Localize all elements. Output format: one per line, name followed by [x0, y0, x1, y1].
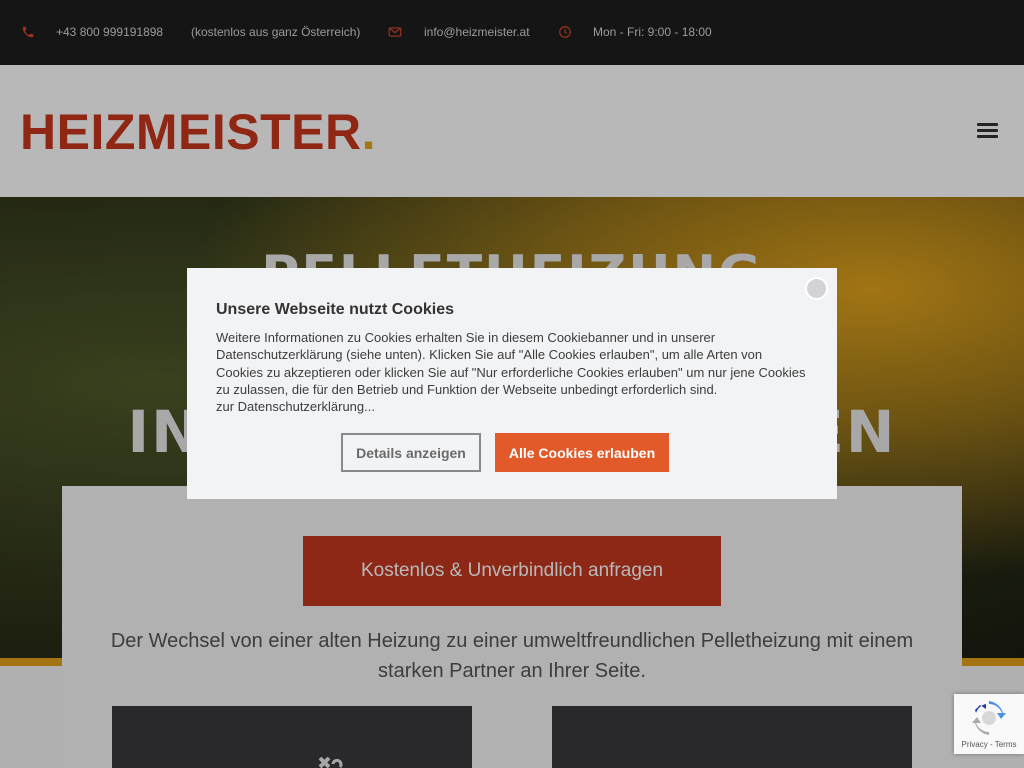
recaptcha-icon [972, 701, 1006, 735]
cookie-description: Weitere Informationen zu Cookies erhalte… [216, 330, 806, 397]
recaptcha-privacy-link[interactable]: Privacy [962, 740, 988, 749]
recaptcha-badge[interactable]: Privacy - Terms [954, 694, 1024, 754]
recaptcha-separator: - [987, 740, 995, 749]
recaptcha-terms-link[interactable]: Terms [995, 740, 1017, 749]
details-button[interactable]: Details anzeigen [341, 433, 481, 472]
recaptcha-links: Privacy - Terms [954, 740, 1024, 749]
cookie-dialog: Unsere Webseite nutzt Cookies Weitere In… [187, 268, 837, 499]
allow-all-cookies-button[interactable]: Alle Cookies erlauben [495, 433, 669, 472]
privacy-link[interactable]: zur Datenschutzerklärung... [216, 399, 375, 414]
close-icon[interactable] [805, 277, 828, 300]
cookie-title: Unsere Webseite nutzt Cookies [216, 301, 454, 318]
cookie-text: Weitere Informationen zu Cookies erhalte… [216, 329, 806, 415]
